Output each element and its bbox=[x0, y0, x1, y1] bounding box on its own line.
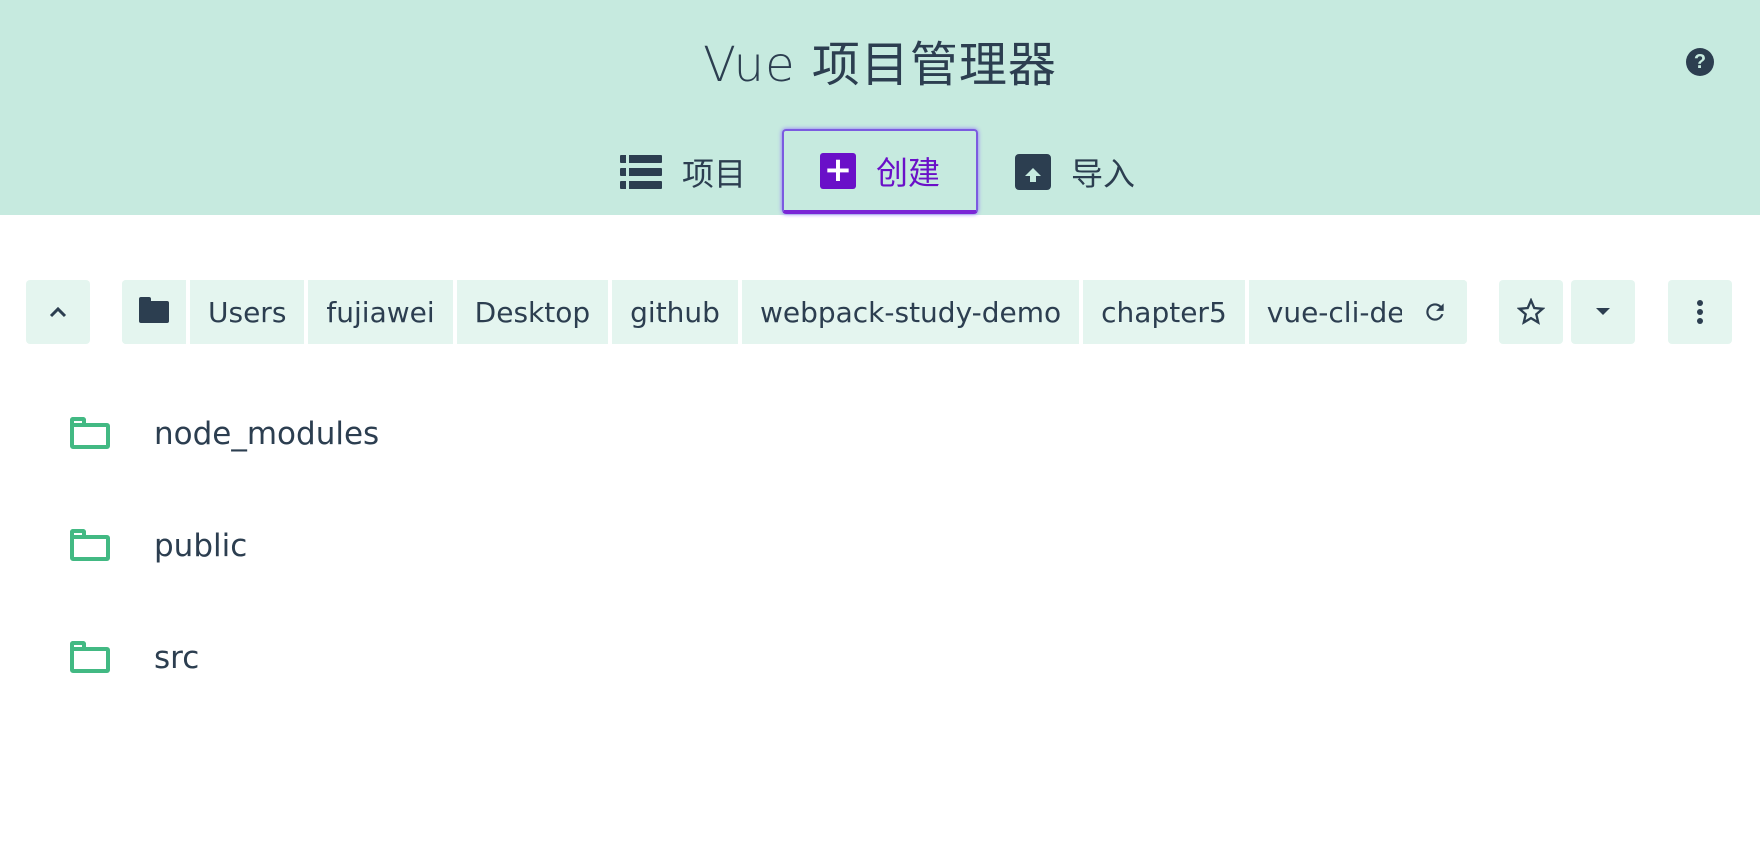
list-item[interactable]: src bbox=[0, 604, 1760, 716]
more-options-button[interactable] bbox=[1668, 280, 1732, 344]
parent-folder-button[interactable] bbox=[26, 280, 90, 344]
folder-icon bbox=[70, 641, 110, 673]
list-icon bbox=[620, 154, 662, 189]
tab-create[interactable]: + 创建 bbox=[782, 129, 978, 214]
more-vert-icon bbox=[1697, 300, 1703, 324]
breadcrumb-current-label: vue-cli-dem bbox=[1266, 295, 1402, 329]
tab-projects-label: 项目 bbox=[682, 154, 747, 193]
breadcrumb-item[interactable]: webpack-study-demo bbox=[741, 280, 1084, 344]
refresh-button[interactable] bbox=[1403, 280, 1467, 344]
caret-down-icon bbox=[1596, 308, 1610, 315]
plus-box-icon: + bbox=[819, 152, 856, 189]
breadcrumb-item[interactable]: github bbox=[612, 280, 742, 344]
breadcrumb-item[interactable]: Users bbox=[190, 280, 309, 344]
folder-icon bbox=[70, 529, 110, 561]
folder-name: public bbox=[154, 528, 248, 564]
list-item[interactable]: node_modules bbox=[0, 380, 1760, 492]
breadcrumb-item[interactable]: chapter5 bbox=[1083, 280, 1249, 344]
top-header: Vue 项目管理器 ? 项目 + 创建 导入 bbox=[0, 0, 1760, 215]
tab-projects[interactable]: 项目 bbox=[620, 129, 770, 214]
star-icon bbox=[1517, 298, 1545, 325]
tab-import-label: 导入 bbox=[1071, 154, 1136, 193]
chevron-up-icon bbox=[49, 306, 67, 318]
folder-icon bbox=[70, 417, 110, 449]
refresh-icon bbox=[1426, 303, 1444, 321]
tab-create-label: 创建 bbox=[875, 153, 940, 192]
help-circle-icon[interactable]: ? bbox=[1686, 48, 1714, 76]
favorites-dropdown-button[interactable] bbox=[1571, 280, 1635, 344]
folder-icon bbox=[139, 297, 169, 323]
favorite-button[interactable] bbox=[1499, 280, 1563, 344]
folder-name: node_modules bbox=[154, 416, 380, 452]
breadcrumb-item[interactable]: Desktop bbox=[456, 280, 613, 344]
page-title: Vue 项目管理器 bbox=[703, 37, 1057, 93]
tab-import[interactable]: 导入 bbox=[1015, 129, 1165, 214]
folder-name: src bbox=[154, 640, 200, 676]
breadcrumb: Users fujiawei Desktop github webpack-st… bbox=[122, 280, 1467, 344]
list-item[interactable]: public bbox=[0, 492, 1760, 604]
root-folder-button[interactable] bbox=[122, 280, 190, 344]
breadcrumb-item[interactable]: fujiawei bbox=[308, 280, 457, 344]
unarchive-icon bbox=[1015, 153, 1051, 190]
